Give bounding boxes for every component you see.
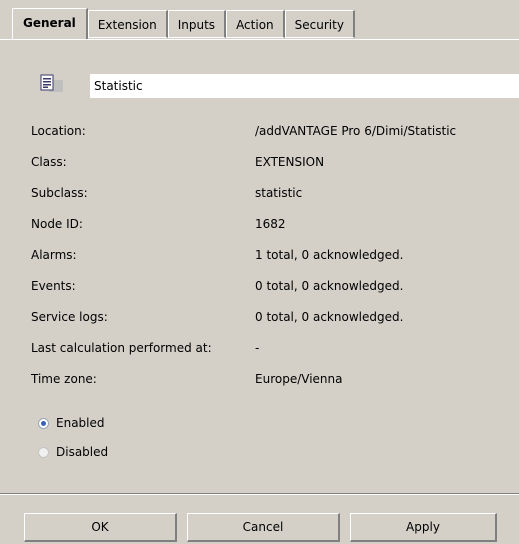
prop-label: Events: [31, 279, 76, 293]
node-document-icon [37, 74, 67, 96]
tab-inputs[interactable]: Inputs [167, 10, 227, 38]
tab-security[interactable]: Security [284, 10, 355, 38]
prop-subclass: Subclass: statistic [0, 182, 519, 204]
prop-label: Subclass: [31, 186, 88, 200]
prop-events: Events: 0 total, 0 acknowledged. [0, 275, 519, 297]
prop-value: /addVANTAGE Pro 6/Dimi/Statistic [255, 124, 457, 138]
prop-label: Node ID: [31, 217, 83, 231]
prop-service-logs: Service logs: 0 total, 0 acknowledged. [0, 306, 519, 328]
node-name-input[interactable] [90, 74, 519, 98]
prop-node-id: Node ID: 1682 [0, 213, 519, 235]
tab-general[interactable]: General [12, 8, 88, 40]
prop-time-zone: Time zone: Europe/Vienna [0, 368, 519, 390]
prop-value: 1 total, 0 acknowledged. [255, 248, 404, 262]
prop-last-calculation: Last calculation performed at: - [0, 337, 519, 359]
enabled-radio[interactable]: Enabled [38, 413, 105, 433]
radio-checked-icon[interactable] [38, 417, 49, 429]
prop-class: Class: EXTENSION [0, 151, 519, 173]
apply-button[interactable]: Apply [350, 513, 497, 542]
footer-separator-highlight [0, 494, 519, 495]
properties-dialog: General Extension Inputs Action Security… [0, 0, 519, 544]
ok-button[interactable]: OK [24, 513, 177, 542]
cancel-button[interactable]: Cancel [187, 513, 340, 542]
enabled-radio-label: Enabled [56, 416, 105, 430]
prop-value: 1682 [255, 217, 286, 231]
prop-value: 0 total, 0 acknowledged. [255, 279, 404, 293]
disabled-radio[interactable]: Disabled [38, 442, 108, 462]
prop-value: Europe/Vienna [255, 372, 343, 386]
prop-label: Alarms: [31, 248, 77, 262]
radio-unchecked-icon[interactable] [38, 446, 49, 458]
disabled-radio-label: Disabled [56, 445, 109, 459]
state-radio-group: Enabled Disabled [0, 413, 519, 463]
prop-alarms: Alarms: 1 total, 0 acknowledged. [0, 244, 519, 266]
prop-location: Location: /addVANTAGE Pro 6/Dimi/Statist… [0, 120, 519, 142]
node-name-row [0, 72, 519, 100]
tab-bar: General Extension Inputs Action Security [0, 0, 519, 40]
tab-action[interactable]: Action [226, 10, 285, 38]
prop-value: statistic [255, 186, 303, 200]
prop-label: Time zone: [31, 372, 97, 386]
prop-label: Last calculation performed at: [31, 341, 212, 355]
prop-label: Class: [31, 155, 67, 169]
prop-value: EXTENSION [255, 155, 325, 169]
prop-value: 0 total, 0 acknowledged. [255, 310, 404, 324]
tab-divider [0, 39, 519, 40]
prop-value: - [255, 341, 260, 355]
prop-label: Service logs: [31, 310, 108, 324]
prop-label: Location: [31, 124, 86, 138]
tab-extension[interactable]: Extension [87, 10, 168, 38]
